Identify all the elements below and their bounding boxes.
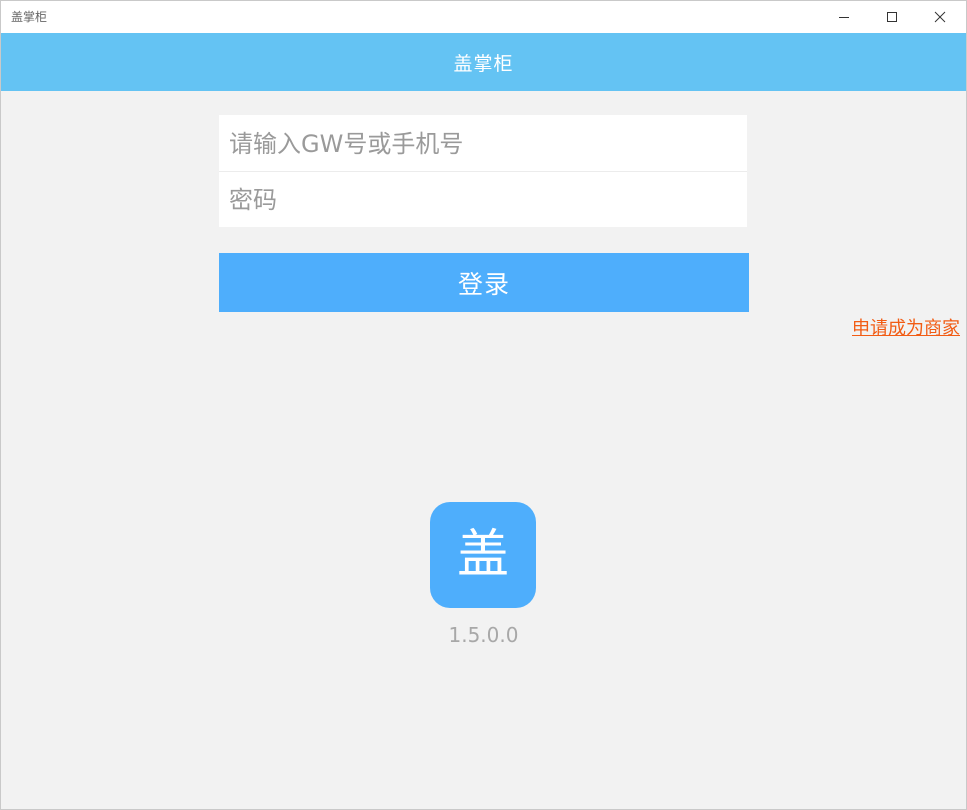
apply-merchant-link[interactable]: 申请成为商家 <box>852 317 960 341</box>
maximize-icon <box>887 12 897 22</box>
username-input[interactable] <box>219 116 747 171</box>
password-input[interactable] <box>219 172 747 227</box>
close-icon <box>934 11 946 23</box>
version-label: 1.5.0.0 <box>448 623 519 647</box>
app-header: 盖掌柜 <box>1 33 966 91</box>
minimize-icon <box>839 17 849 18</box>
maximize-button[interactable] <box>869 1 915 33</box>
window-title: 盖掌柜 <box>11 10 48 24</box>
app-logo: 盖 <box>430 502 536 608</box>
login-button-label: 登录 <box>457 269 510 299</box>
logo-character: 盖 <box>456 525 509 585</box>
app-window: 盖掌柜 盖掌柜 登录 申请成为商家 盖 <box>0 0 967 810</box>
login-form <box>219 115 747 227</box>
close-button[interactable] <box>917 1 963 33</box>
header-title: 盖掌柜 <box>453 52 514 75</box>
login-button[interactable]: 登录 <box>219 253 749 312</box>
minimize-button[interactable] <box>821 1 867 33</box>
title-bar: 盖掌柜 <box>1 1 966 33</box>
